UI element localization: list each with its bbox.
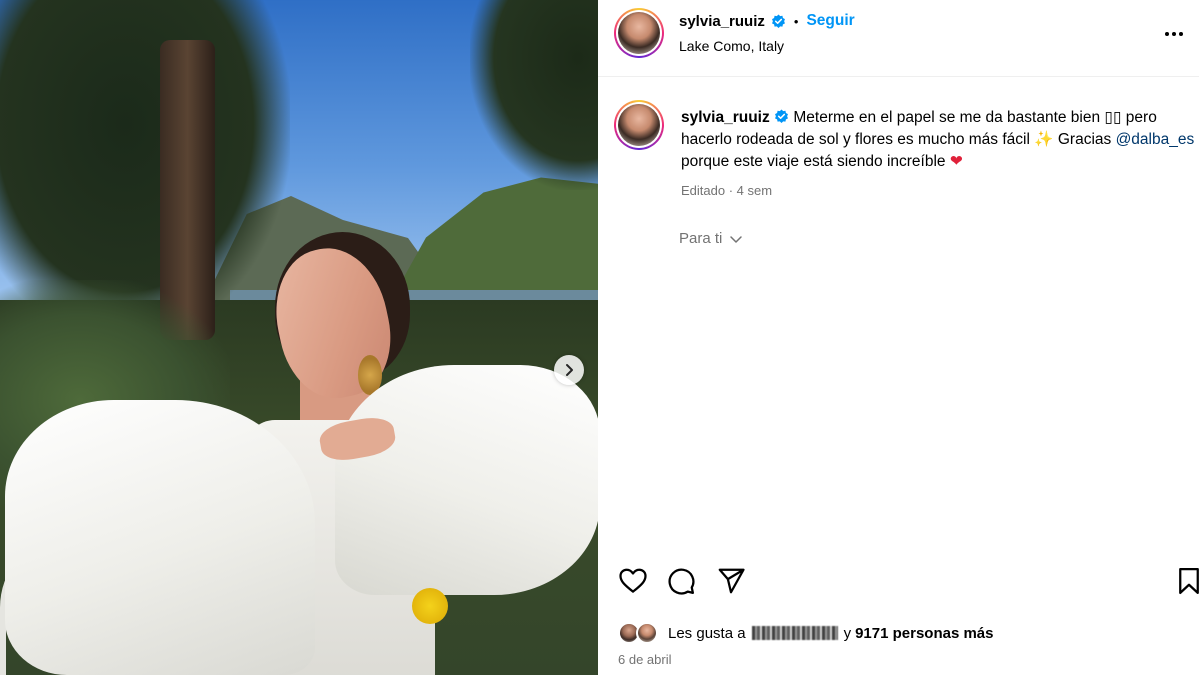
bookmark-icon[interactable] — [1174, 566, 1199, 596]
post-caption: sylvia_ruuiz Meterme en el papel se me d… — [681, 107, 1199, 173]
for-you-label: Para ti — [679, 230, 723, 247]
post-header: sylvia_ruuiz • Seguir Lake Como, Italy — [598, 0, 1199, 77]
for-you-dropdown[interactable]: Para ti — [679, 230, 744, 247]
redacted-username[interactable] — [751, 626, 838, 640]
heart-icon[interactable] — [618, 566, 648, 596]
author-avatar[interactable] — [614, 8, 664, 58]
more-options-icon[interactable] — [1165, 24, 1199, 44]
post-details-panel: sylvia_ruuiz • Seguir Lake Como, Italy s… — [598, 0, 1199, 675]
post-image[interactable] — [0, 0, 598, 675]
caption-author-avatar[interactable] — [614, 100, 664, 150]
liker-avatar — [636, 622, 658, 644]
post-meta: Editado · 4 sem — [681, 183, 773, 198]
comment-icon[interactable] — [666, 566, 696, 596]
post-date[interactable]: 6 de abril — [618, 652, 671, 667]
likes-count[interactable]: 9171 personas más — [855, 625, 993, 642]
carousel-next-button[interactable] — [554, 355, 584, 385]
chevron-right-icon — [566, 364, 573, 376]
likes-conjunction: y — [843, 624, 852, 642]
likes-summary[interactable]: Les gusta a y 9171 personas más — [618, 622, 993, 644]
send-icon[interactable] — [716, 566, 746, 596]
caption-text-2: Gracias — [1053, 131, 1116, 148]
caption-text-3: porque este viaje está siendo increíble — [681, 153, 950, 170]
separator-dot: • — [793, 13, 799, 29]
photo-sleeve-right — [335, 365, 598, 595]
action-bar — [598, 566, 1199, 606]
mention-link[interactable]: @dalba_es — [1116, 131, 1195, 148]
caption-username[interactable]: sylvia_ruuiz — [681, 109, 770, 126]
chevron-down-icon — [730, 235, 743, 243]
post-location[interactable]: Lake Como, Italy — [679, 38, 784, 54]
photo-tree-right — [470, 0, 598, 190]
heart-emoji: ❤ — [949, 153, 963, 170]
author-username[interactable]: sylvia_ruuiz — [679, 13, 765, 30]
photo-sleeve-left — [5, 400, 315, 675]
author-line: sylvia_ruuiz • Seguir — [679, 12, 855, 30]
verified-badge-icon — [771, 13, 785, 28]
follow-button[interactable]: Seguir — [806, 12, 854, 30]
sparkle-emoji: ✨ — [1034, 131, 1054, 148]
likes-prefix: Les gusta a — [668, 624, 746, 642]
verified-badge-icon — [775, 109, 789, 123]
photo-sunflower — [412, 588, 448, 624]
